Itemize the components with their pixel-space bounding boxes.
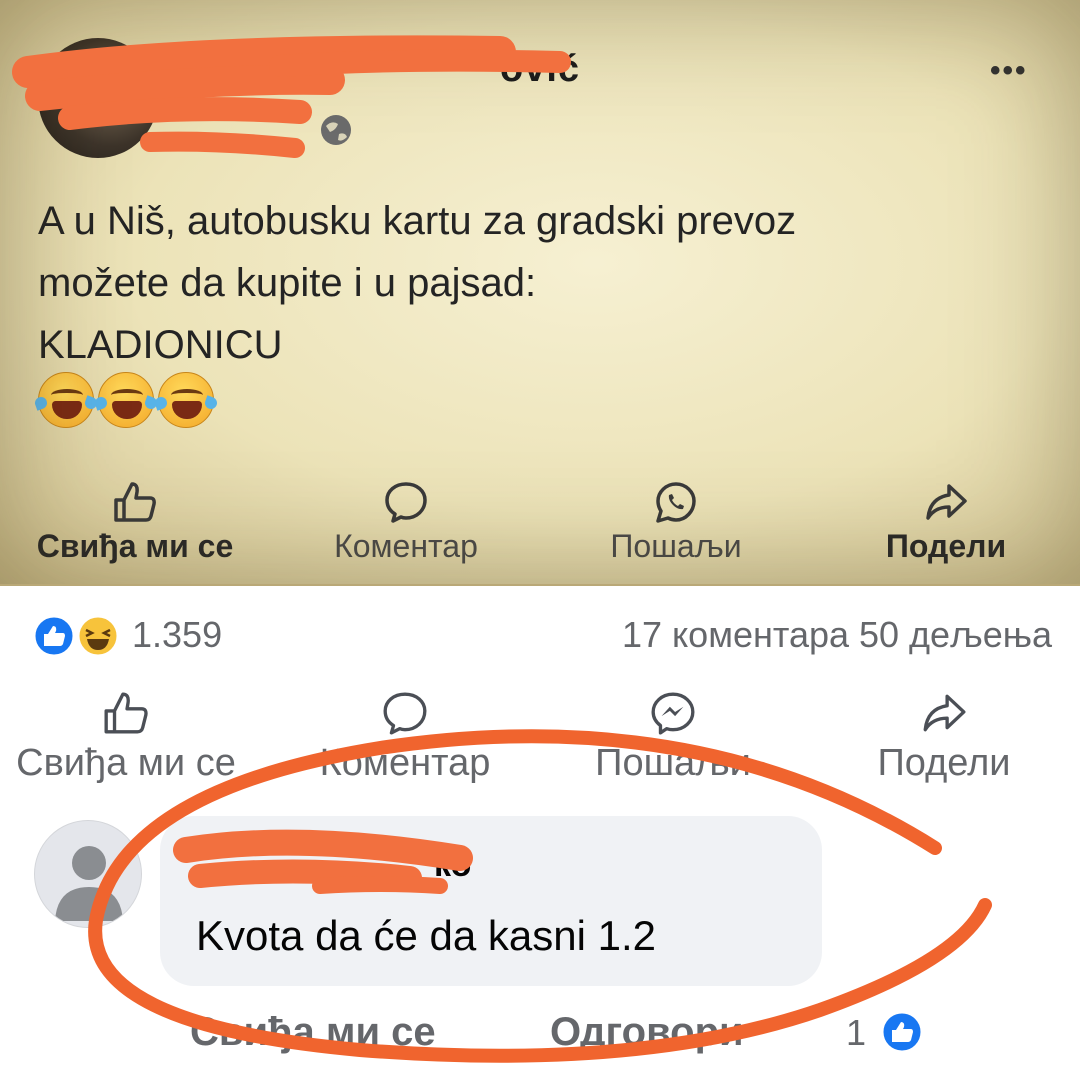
- haha-reaction-icon: [76, 614, 120, 658]
- comment-reaction-count: 1: [846, 1012, 867, 1053]
- globe-icon: [321, 115, 351, 145]
- send-button[interactable]: Пошаљи: [580, 690, 766, 785]
- reaction-icons: [32, 614, 120, 658]
- thumbs-up-icon: [104, 692, 148, 734]
- embedded-like-label: Свиђа ми се: [36, 528, 234, 564]
- author-avatar: [38, 38, 158, 158]
- reactions-count: 1.359: [132, 614, 223, 655]
- thumbs-up-icon: [114, 482, 156, 522]
- like-reaction-icon[interactable]: [880, 1010, 924, 1054]
- messenger-icon: [651, 692, 695, 735]
- embedded-like-action: Свиђа ми се: [24, 480, 246, 565]
- share-button-label: Подели: [877, 742, 1011, 784]
- comment-like-link[interactable]: Свиђа ми се: [190, 1010, 436, 1055]
- laughing-tears-emoji: [153, 372, 219, 428]
- post-text: A u Niš, autobusku kartu za gradski prev…: [38, 190, 1018, 376]
- whatsapp-icon: [656, 482, 696, 523]
- embedded-action-bar: Свиђа ми се Коментар Пошаљи Подели: [0, 480, 1080, 580]
- like-button[interactable]: Свиђа ми се: [6, 690, 246, 785]
- reactions-summary[interactable]: 1.359 17 коментара 50 дељења: [32, 610, 1052, 660]
- send-button-label: Пошаљи: [595, 742, 751, 784]
- embedded-post-screenshot: ović ••• A u Niš, autobusku kartu za gra…: [0, 0, 1080, 586]
- comment-action-row: Свиђа ми се Одговори 1: [190, 1010, 950, 1070]
- comment-button[interactable]: Коментар: [300, 690, 510, 785]
- comment-button-label: Коментар: [319, 742, 491, 784]
- emoji-row: [33, 372, 219, 428]
- embedded-send-action: Пошаљи: [596, 480, 756, 565]
- share-button[interactable]: Подели: [862, 690, 1026, 785]
- embedded-share-label: Подели: [885, 528, 1007, 564]
- comment-text: Kvota da će da kasni 1.2: [196, 912, 656, 959]
- embedded-send-label: Пошаљи: [610, 528, 742, 564]
- author-name-suffix: ović: [500, 48, 581, 90]
- post-text-line: možete da kupite i u pajsad:: [38, 261, 537, 305]
- share-icon: [923, 694, 966, 732]
- laughing-tears-emoji: [33, 372, 99, 428]
- embedded-share-action: Подели: [874, 480, 1018, 565]
- like-reaction-icon: [32, 614, 76, 658]
- post-text-line: A u Niš, autobusku kartu za gradski prev…: [38, 199, 797, 243]
- comment-icon: [385, 482, 427, 523]
- default-user-icon: [55, 846, 123, 921]
- commenter-avatar[interactable]: [34, 820, 142, 928]
- embedded-comment-action: Коментар: [316, 480, 496, 565]
- laughing-tears-emoji: [93, 372, 159, 428]
- more-options-icon[interactable]: •••: [990, 54, 1028, 88]
- post-text-line: KLADIONICU: [38, 323, 283, 367]
- share-icon: [926, 484, 967, 520]
- comment-reply-link[interactable]: Одговори: [550, 1010, 744, 1055]
- comment-icon: [383, 692, 427, 735]
- post-action-bar: Свиђа ми се Коментар Пошаљи Подели: [0, 690, 1080, 790]
- comments-shares-count[interactable]: 17 коментара 50 дељења: [622, 614, 1052, 656]
- commenter-name-suffix: ко: [434, 846, 472, 884]
- like-button-label: Свиђа ми се: [16, 742, 236, 784]
- comment-bubble[interactable]: ко Kvota da će da kasni 1.2: [160, 816, 822, 986]
- embedded-comment-label: Коментар: [334, 528, 478, 564]
